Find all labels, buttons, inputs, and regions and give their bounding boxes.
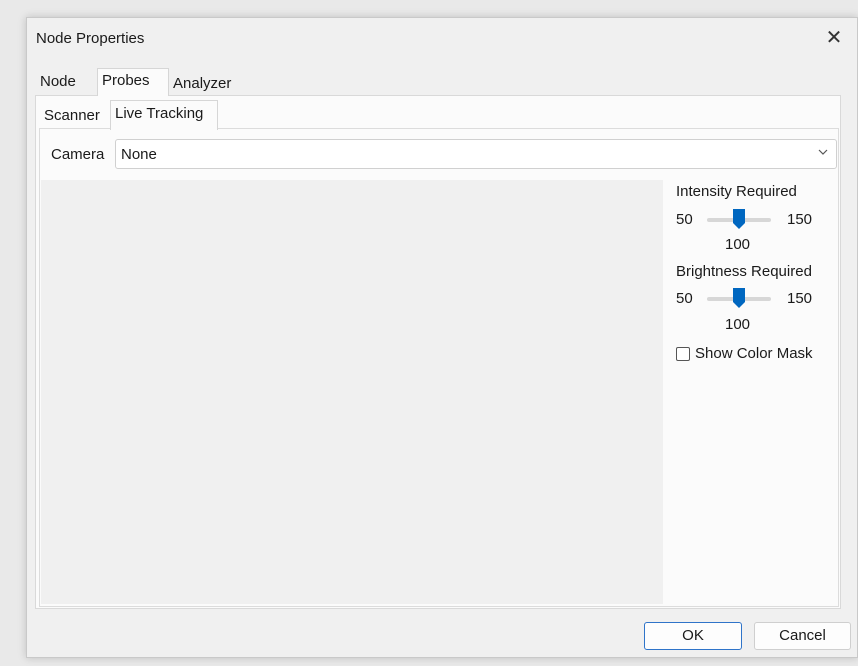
intensity-min-label: 50	[676, 211, 693, 228]
tab-probes-label: Probes	[102, 72, 150, 89]
brightness-value: 100	[725, 316, 751, 333]
dialog-title: Node Properties	[36, 30, 145, 47]
intensity-label: Intensity Required	[676, 183, 797, 200]
node-properties-dialog: Node Properties ✕ Node Probes Analyzer S…	[26, 17, 858, 658]
show-color-mask-checkbox[interactable]	[676, 347, 690, 361]
tab-node[interactable]: Node	[36, 70, 98, 96]
camera-selected-value: None	[121, 146, 157, 163]
subtab-scanner-label: Scanner	[44, 107, 100, 124]
camera-label: Camera	[51, 146, 105, 163]
camera-select[interactable]: None	[115, 139, 837, 169]
tab-analyzer-label: Analyzer	[173, 75, 232, 92]
title-bar: Node Properties ✕	[27, 18, 857, 60]
ok-button[interactable]: OK	[644, 622, 742, 650]
camera-preview-area	[41, 180, 663, 604]
brightness-max-label: 150	[787, 290, 813, 307]
brightness-label: Brightness Required	[676, 263, 812, 280]
tab-probes[interactable]: Probes	[97, 68, 169, 96]
show-color-mask-label[interactable]: Show Color Mask	[695, 345, 813, 362]
tracking-controls: Intensity Required 50 150 100 Brightness…	[671, 180, 837, 604]
tab-node-label: Node	[40, 73, 76, 90]
close-icon[interactable]: ✕	[819, 24, 849, 52]
intensity-slider-thumb[interactable]	[733, 209, 745, 229]
subtab-live-tracking[interactable]: Live Tracking	[110, 100, 218, 130]
cancel-button[interactable]: Cancel	[754, 622, 851, 650]
subtab-live-tracking-label: Live Tracking	[115, 105, 204, 122]
brightness-min-label: 50	[676, 290, 693, 307]
chevron-down-icon	[818, 149, 828, 155]
intensity-max-label: 150	[787, 211, 813, 228]
intensity-value: 100	[725, 236, 751, 253]
brightness-slider-thumb[interactable]	[733, 288, 745, 308]
subtab-scanner[interactable]: Scanner	[40, 104, 110, 130]
